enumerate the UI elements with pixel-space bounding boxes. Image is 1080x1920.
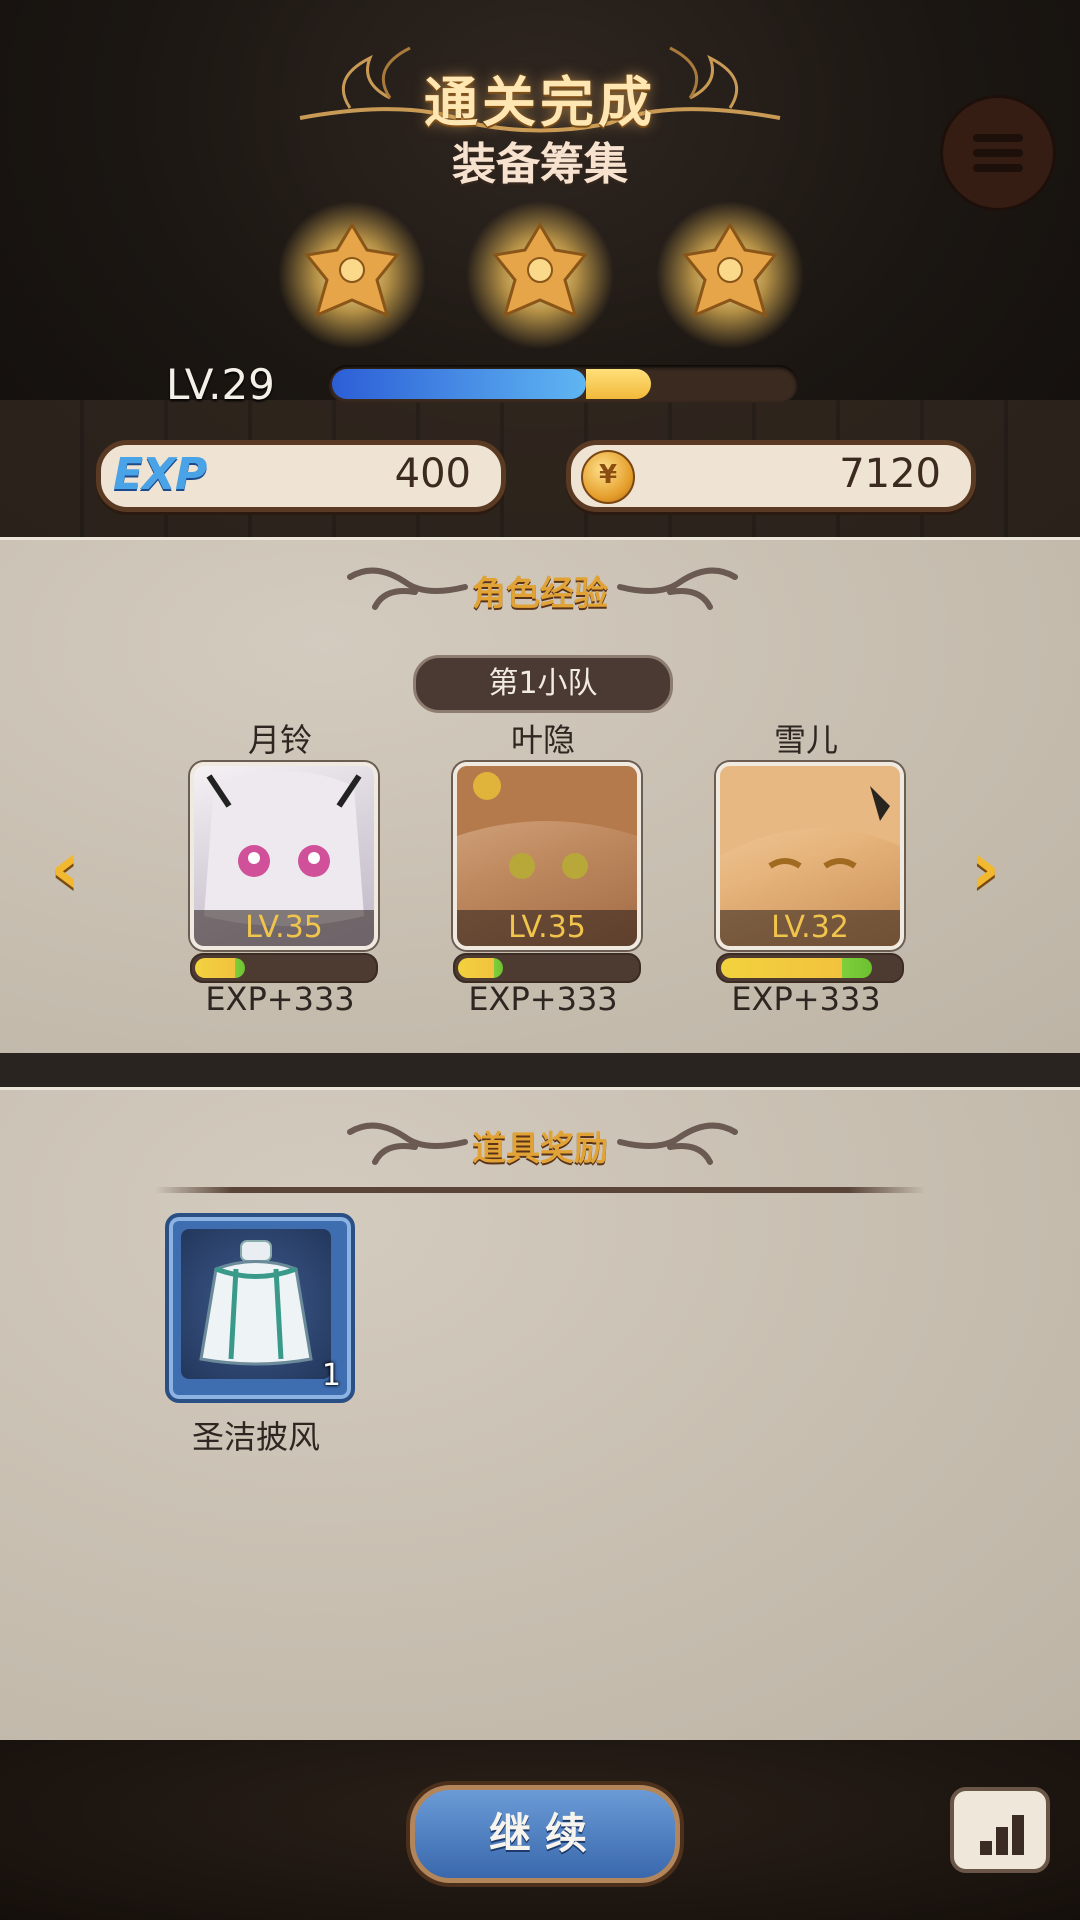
item-name: 圣洁披风 (191, 1418, 320, 1456)
character-exp-fill (721, 958, 873, 978)
star-medal-icon (466, 201, 614, 349)
level-bar-fill (332, 369, 587, 399)
stage-name: 装备筹集 (452, 139, 628, 190)
player-level: LV.29 (166, 360, 275, 409)
character-exp-gain: EXP+333 (731, 980, 881, 1018)
divider (155, 1187, 925, 1193)
item-reward-title: 道具奖励 (472, 1129, 608, 1169)
character-portrait: LV.35 (190, 762, 378, 950)
player-level-bar (328, 365, 798, 403)
character-level: LV.32 (720, 910, 900, 946)
cape-icon (181, 1229, 331, 1379)
character-exp-fill (195, 958, 245, 978)
character-name: 叶隐 (510, 721, 575, 759)
exp-reward: EXP 400 (96, 440, 506, 512)
character-exp-title: 角色经验 (472, 574, 608, 614)
character-exp-bar (190, 953, 378, 983)
continue-button[interactable]: 继续 (410, 1785, 680, 1883)
result-header: 通关完成 装备筹集 LV.29 EXP 400 ¥ 7120 (0, 0, 1080, 537)
star-medal-icon (656, 201, 804, 349)
next-team-arrow[interactable]: › (970, 825, 1001, 911)
character-exp-gain: EXP+333 (468, 980, 618, 1018)
panel-gap (0, 1053, 1080, 1087)
exp-icon: EXP (113, 449, 207, 500)
character-portrait: LV.32 (716, 762, 904, 950)
character-exp-gain: EXP+333 (205, 980, 355, 1018)
coin-icon: ¥ (581, 450, 635, 504)
character-level: LV.35 (194, 910, 374, 946)
gold-reward: ¥ 7120 (566, 440, 976, 512)
star-medal-icon (278, 201, 426, 349)
gold-value: 7120 (839, 451, 941, 497)
menu-button[interactable] (940, 95, 1056, 211)
character-level: LV.35 (457, 910, 637, 946)
character-name: 雪儿 (773, 721, 838, 759)
bar-chart-icon[interactable] (950, 1787, 1050, 1873)
character-exp-bar (453, 953, 641, 983)
character-portrait: LV.35 (453, 762, 641, 950)
character-name: 月铃 (247, 721, 312, 759)
level-bar-gain (586, 369, 651, 399)
page-title: 通关完成 (424, 71, 656, 134)
exp-value: 400 (394, 451, 471, 497)
character-exp-fill (458, 958, 503, 978)
prev-team-arrow[interactable]: ‹ (50, 825, 81, 911)
title-banner: 通关完成 (290, 28, 790, 138)
item-count: 1 (321, 1358, 341, 1393)
character-exp-bar (716, 953, 904, 983)
team-label: 第1小队 (413, 655, 673, 713)
reward-item-slot[interactable]: 1 (165, 1213, 355, 1403)
